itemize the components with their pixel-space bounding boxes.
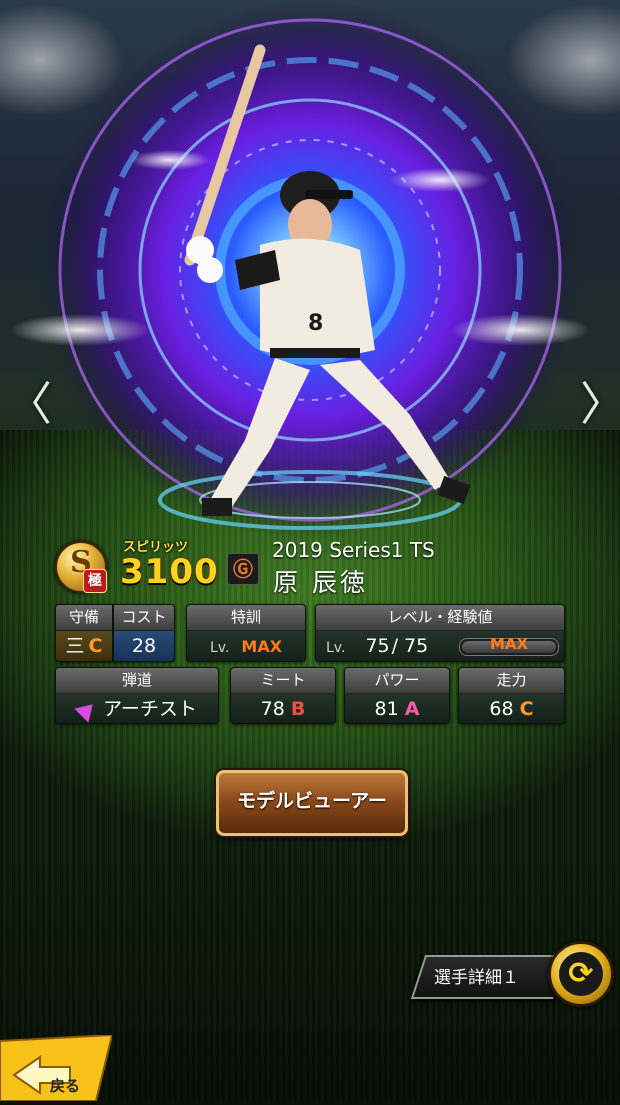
trajectory-arrow-icon <box>74 696 100 723</box>
level-max: 75 <box>404 635 429 657</box>
special-training-max: MAX <box>241 637 283 656</box>
trajectory-value: アーチスト <box>56 694 218 723</box>
switch-detail-button[interactable]: ⟳ <box>548 941 614 1007</box>
speed-box: 走力 68 C <box>458 667 565 724</box>
defense-position: 三 <box>65 635 85 657</box>
player-name: 原 辰徳 <box>273 568 368 597</box>
power-number: 81 <box>374 698 399 720</box>
contact-label: ミート <box>231 668 335 694</box>
rank-sub-badge: 極 <box>83 569 107 593</box>
special-training-label: 特訓 <box>187 605 305 631</box>
power-value: 81 A <box>345 694 449 723</box>
team-logo-icon: Ⓖ <box>227 553 259 585</box>
exp-bar: MAX <box>459 635 559 656</box>
trajectory-label: 弾道 <box>56 668 218 694</box>
defense-grade: C <box>88 635 103 657</box>
spirits-value: 3100 <box>120 552 219 592</box>
back-label: 戻る <box>50 1077 81 1095</box>
model-viewer-button[interactable]: モデルビューアー <box>216 770 408 836</box>
cycle-arrows-icon: ⟳ <box>559 952 603 996</box>
level-exp-box: レベル・経験値 Lv. 75/75 MAX <box>315 604 565 662</box>
exp-max-label: MAX <box>489 635 529 653</box>
speed-grade: C <box>519 698 534 720</box>
contact-grade: B <box>290 698 306 720</box>
contact-value: 78 B <box>231 694 335 723</box>
next-player-button[interactable]: 〉 <box>580 378 620 430</box>
lv-prefix: Lv. <box>209 640 230 656</box>
speed-label: 走力 <box>459 668 564 694</box>
speed-value: 68 C <box>459 694 564 723</box>
previous-player-button[interactable]: 〈 <box>6 378 52 430</box>
contact-box: ミート 78 B <box>230 667 336 724</box>
series-label: 2019 Series1 TS <box>272 538 435 562</box>
speed-number: 68 <box>489 698 514 720</box>
trajectory-text: アーチスト <box>103 698 197 720</box>
defense-value: 三C <box>56 631 112 661</box>
defense-label: 守備 <box>56 605 112 630</box>
power-grade: A <box>404 698 420 720</box>
trajectory-box: 弾道 アーチスト <box>55 667 219 724</box>
player-detail-label[interactable]: 選手詳細１ <box>434 963 519 988</box>
lv-prefix: Lv. <box>326 640 346 656</box>
level-exp-label: レベル・経験値 <box>316 605 564 631</box>
power-label: パワー <box>345 668 449 694</box>
cost-label: コスト <box>114 605 174 630</box>
defense-cost-box: 守備 コスト 三C 28 <box>55 604 175 662</box>
cost-value: 28 <box>114 631 174 661</box>
svg-text:8: 8 <box>308 311 323 336</box>
level-separator: / <box>391 635 399 657</box>
rank-badge: S 極 <box>55 541 107 593</box>
level-current: 75 <box>365 635 390 657</box>
power-box: パワー 81 A <box>344 667 450 724</box>
special-training-value: Lv. MAX <box>187 631 305 661</box>
player-figure: 8 <box>150 30 530 600</box>
special-training-box: 特訓 Lv. MAX <box>186 604 306 662</box>
contact-number: 78 <box>260 698 285 720</box>
